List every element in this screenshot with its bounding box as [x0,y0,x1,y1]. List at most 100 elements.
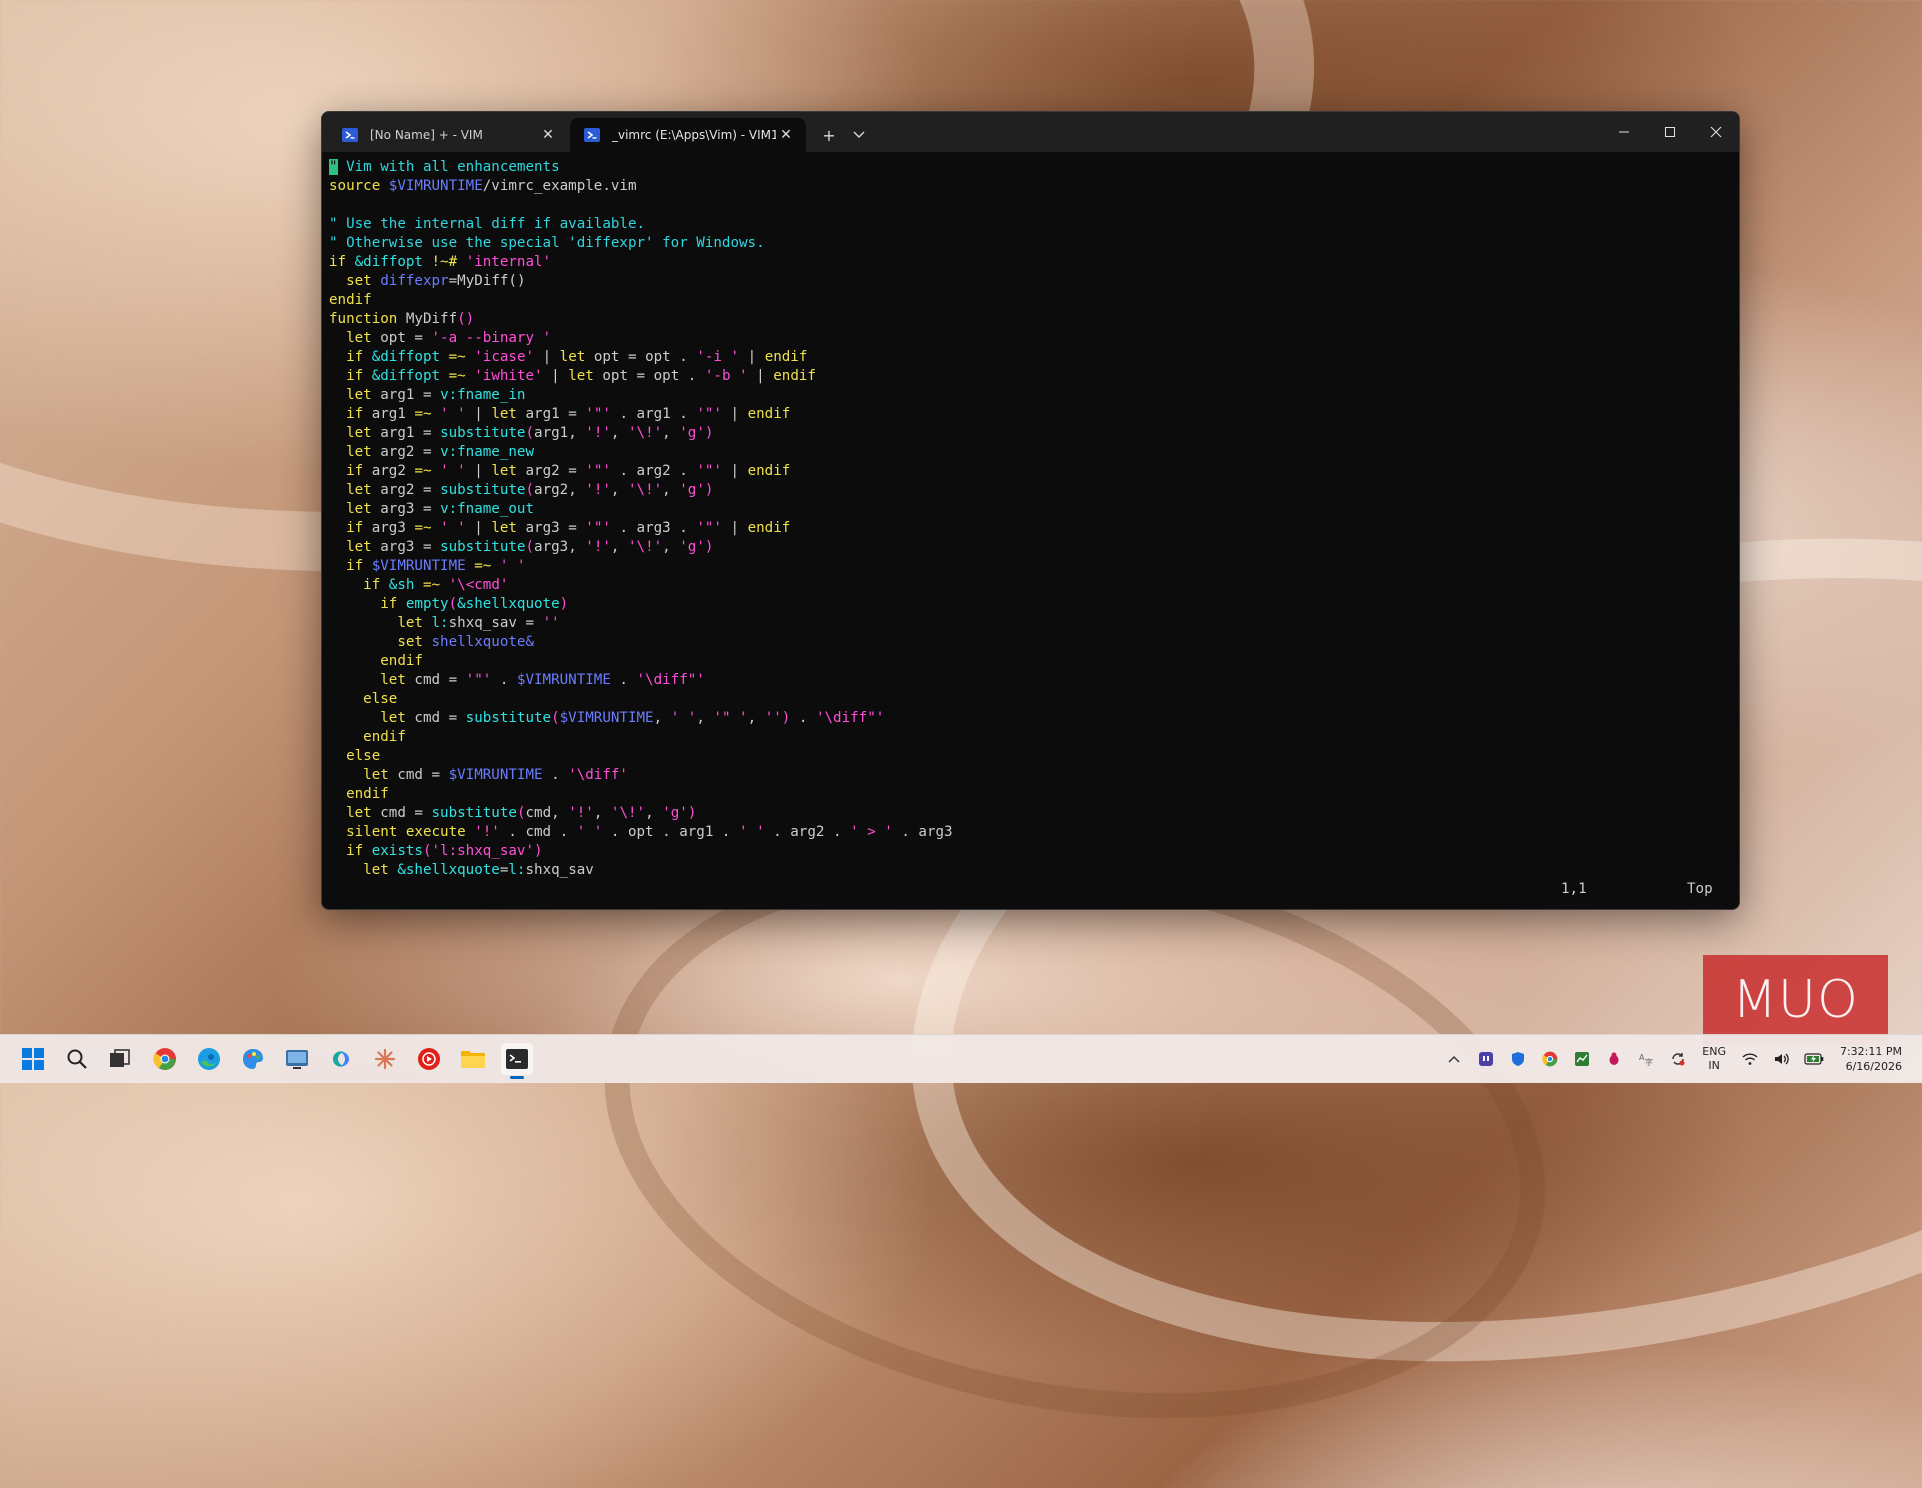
code-token: substitute [440,425,526,441]
code-line[interactable]: else [329,690,1729,709]
code-line[interactable]: let l:shxq_sav = '' [329,614,1729,633]
code-line[interactable]: endif [329,728,1729,747]
code-line[interactable]: if arg2 =~ ' ' | let arg2 = '"' . arg2 .… [329,462,1729,481]
new-tab-button[interactable]: + [814,118,844,152]
code-line[interactable]: else [329,747,1729,766]
code-token: let [346,330,381,346]
windows-start-icon[interactable] [17,1043,49,1075]
code-line[interactable]: let arg3 = substitute(arg3, '!', '\!', '… [329,538,1729,557]
clock[interactable]: 7:32:11 PM 6/16/2026 [1840,1044,1902,1074]
code-line[interactable]: endif [329,291,1729,310]
chat-app-icon[interactable] [1475,1048,1497,1070]
youtube-music-icon[interactable] [413,1043,445,1075]
code-line[interactable]: if $VIMRUNTIME =~ ' ' [329,557,1729,576]
code-line[interactable]: source $VIMRUNTIME/vimrc_example.vim [329,177,1729,196]
keyboard-layout-icon[interactable]: A字 [1635,1048,1657,1070]
settings-icon[interactable] [281,1043,313,1075]
code-token: let [346,482,381,498]
code-token: " Use the internal diff if available. [329,216,646,232]
code-line[interactable]: let arg2 = substitute(arg2, '!', '\!', '… [329,481,1729,500]
copilot-icon[interactable] [325,1043,357,1075]
edge-icon[interactable] [193,1043,225,1075]
sync-icon[interactable] [1667,1048,1689,1070]
search-icon[interactable] [61,1043,93,1075]
code-token: v:fname_in [440,387,526,403]
code-line[interactable]: if &diffopt =~ 'icase' | let opt = opt .… [329,348,1729,367]
code-line[interactable]: let cmd = '"' . $VIMRUNTIME . '\diff"' [329,671,1729,690]
code-line[interactable]: if &sh =~ '\<cmd' [329,576,1729,595]
code-token: cmd = [414,710,466,726]
code-token: ( [525,425,535,441]
code-line[interactable]: let cmd = substitute($VIMRUNTIME, ' ', '… [329,709,1729,728]
performance-monitor-icon[interactable] [1571,1048,1593,1070]
code-line[interactable]: if &diffopt !~# 'internal' [329,253,1729,272]
code-line[interactable]: if arg3 =~ ' ' | let arg3 = '"' . arg3 .… [329,519,1729,538]
title-bar[interactable]: [No Name] + - VIM ✕ _vimrc (E:\Apps\Vim)… [322,112,1739,152]
code-token: if [346,349,372,365]
code-line[interactable]: " Otherwise use the special 'diffexpr' f… [329,234,1729,253]
code-area[interactable]: " Vim with all enhancements source $VIMRU… [329,158,1729,880]
file-explorer-icon[interactable] [457,1043,489,1075]
code-line[interactable]: silent execute '!' . cmd . ' ' . opt . a… [329,823,1729,842]
code-token: if [346,463,372,479]
language-indicator[interactable]: ENG IN [1702,1045,1726,1073]
claude-icon[interactable] [369,1043,401,1075]
code-line[interactable]: let cmd = $VIMRUNTIME . '\diff' [329,766,1729,785]
vim-editor[interactable]: " Vim with all enhancements source $VIMRU… [329,158,1729,903]
code-token: ' ' [440,520,466,536]
code-line[interactable]: let arg2 = v:fname_new [329,443,1729,462]
tab-vimrc[interactable]: _vimrc (E:\Apps\Vim) - VIM1 ✕ [570,118,806,152]
code-line[interactable]: set diffexpr=MyDiff() [329,272,1729,291]
close-icon[interactable]: ✕ [776,125,796,145]
maximize-button[interactable] [1647,112,1693,152]
paint-icon[interactable] [237,1043,269,1075]
code-line[interactable]: let arg1 = substitute(arg1, '!', '\!', '… [329,424,1729,443]
code-token: ) [704,539,714,555]
code-line[interactable]: if empty(&shellxquote) [329,595,1729,614]
code-token: '' [542,615,560,631]
bug-icon[interactable] [1603,1048,1625,1070]
terminal-window[interactable]: [No Name] + - VIM ✕ _vimrc (E:\Apps\Vim)… [321,111,1740,910]
code-token: endif [764,349,808,365]
code-line[interactable]: let arg1 = v:fname_in [329,386,1729,405]
region-code: IN [1708,1059,1720,1072]
code-line[interactable]: " Use the internal diff if available. [329,215,1729,234]
tab-no-name[interactable]: [No Name] + - VIM ✕ [328,118,568,152]
code-token: let [491,406,526,422]
code-token: arg3 = [525,520,586,536]
chrome-tray-icon[interactable] [1539,1048,1561,1070]
security-shield-icon[interactable] [1507,1048,1529,1070]
code-token: , [662,425,680,441]
task-view-icon[interactable] [104,1043,136,1075]
code-line[interactable]: let arg3 = v:fname_out [329,500,1729,519]
wifi-icon[interactable] [1739,1048,1761,1070]
code-line[interactable]: function MyDiff() [329,310,1729,329]
code-line[interactable]: if &diffopt =~ 'iwhite' | let opt = opt … [329,367,1729,386]
code-line[interactable]: if arg1 =~ ' ' | let arg1 = '"' . arg1 .… [329,405,1729,424]
code-line[interactable]: if exists('l:shxq_sav') [329,842,1729,861]
code-line[interactable]: let &shellxquote=l:shxq_sav [329,861,1729,880]
battery-charging-icon[interactable] [1803,1048,1825,1070]
code-line[interactable]: set shellxquote& [329,633,1729,652]
code-line[interactable]: endif [329,785,1729,804]
tab-dropdown-button[interactable] [844,118,874,152]
close-window-button[interactable] [1693,112,1739,152]
terminal-icon[interactable] [501,1043,533,1079]
chevron-up-icon[interactable] [1443,1048,1465,1070]
code-line[interactable]: let opt = '-a --binary ' [329,329,1729,348]
close-icon[interactable]: ✕ [538,125,558,145]
code-line[interactable]: let cmd = substitute(cmd, '!', '\!', 'g'… [329,804,1729,823]
chrome-icon[interactable] [149,1043,181,1075]
code-token: ( [448,596,458,612]
speaker-icon[interactable] [1771,1048,1793,1070]
code-line[interactable]: endif [329,652,1729,671]
code-line[interactable] [329,196,1729,215]
code-line[interactable]: " Vim with all enhancements [329,158,1729,177]
minimize-button[interactable] [1601,112,1647,152]
